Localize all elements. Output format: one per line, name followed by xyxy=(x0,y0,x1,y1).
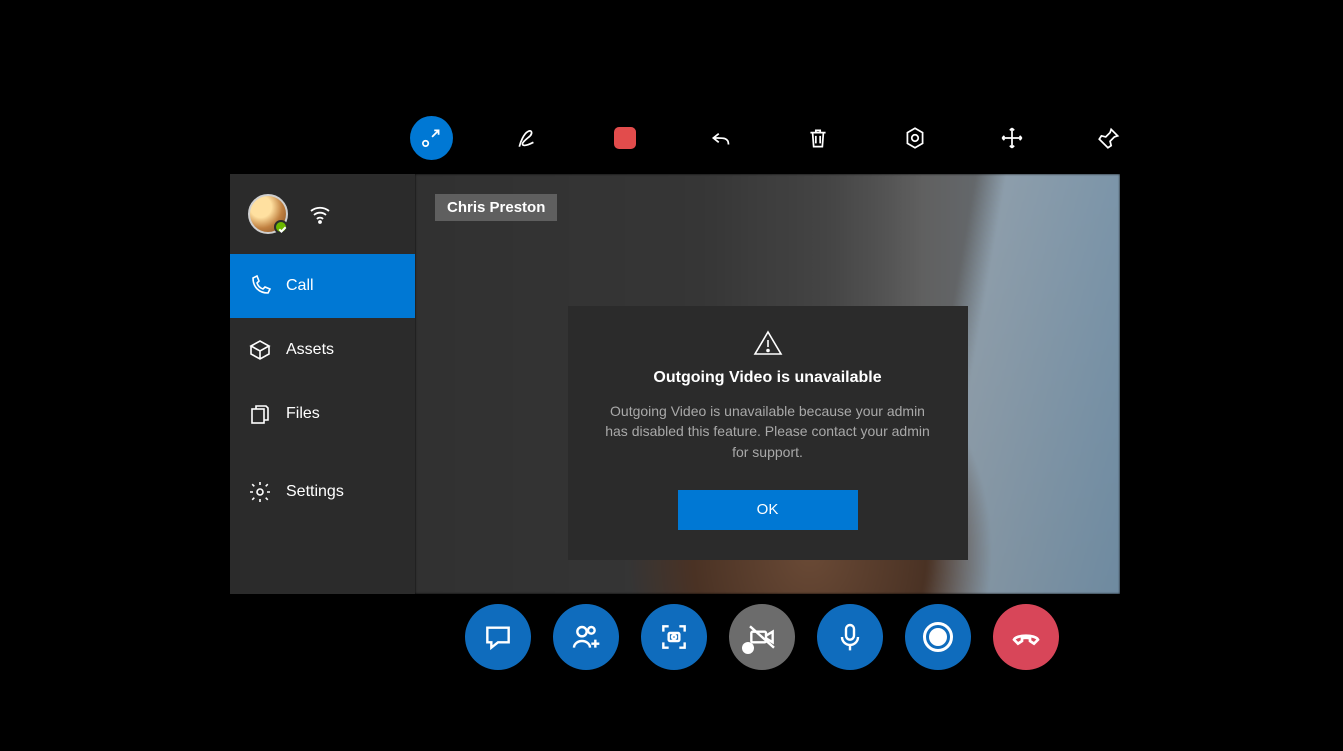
sidebar-item-assets[interactable]: Assets xyxy=(230,318,415,382)
video-area: Chris Preston Outgoing Video is unavaila… xyxy=(415,174,1120,594)
network-icon xyxy=(308,202,332,226)
move-icon[interactable] xyxy=(991,116,1034,160)
mic-icon xyxy=(834,621,866,653)
camera-focus-icon xyxy=(658,621,690,653)
sidebar-item-label: Assets xyxy=(286,341,334,359)
top-toolbar xyxy=(410,116,1130,160)
record-button[interactable] xyxy=(905,604,971,670)
notification-dot xyxy=(742,642,754,654)
screenshot-button[interactable] xyxy=(641,604,707,670)
presence-badge xyxy=(274,220,288,234)
sidebar: Call Assets Files Settings xyxy=(230,174,415,594)
participant-name-tag: Chris Preston xyxy=(435,194,557,221)
main-content: Call Assets Files Settings Chris Preston… xyxy=(230,174,1120,594)
hangup-icon xyxy=(1010,621,1042,653)
avatar[interactable] xyxy=(248,194,288,234)
add-participant-button[interactable] xyxy=(553,604,619,670)
sidebar-nav: Call Assets Files Settings xyxy=(230,254,415,524)
box-icon xyxy=(248,338,272,362)
people-add-icon xyxy=(570,621,602,653)
record-shape-icon[interactable] xyxy=(604,116,647,160)
chat-icon xyxy=(482,621,514,653)
sidebar-item-settings[interactable]: Settings xyxy=(230,460,415,524)
pointer-icon[interactable] xyxy=(410,116,453,160)
dialog-message: Outgoing Video is unavailable because yo… xyxy=(598,401,938,462)
hangup-button[interactable] xyxy=(993,604,1059,670)
call-controls xyxy=(465,604,1059,670)
dialog-title: Outgoing Video is unavailable xyxy=(598,369,938,387)
draw-icon[interactable] xyxy=(507,116,550,160)
sidebar-item-label: Call xyxy=(286,277,314,295)
trash-icon[interactable] xyxy=(797,116,840,160)
warning-icon xyxy=(753,330,783,356)
dialog-ok-button[interactable]: OK xyxy=(678,490,858,530)
error-dialog: Outgoing Video is unavailable Outgoing V… xyxy=(568,306,968,560)
profile-row xyxy=(230,174,415,254)
chat-button[interactable] xyxy=(465,604,531,670)
gear-icon xyxy=(248,480,272,504)
sidebar-item-label: Settings xyxy=(286,483,344,501)
files-icon xyxy=(248,402,272,426)
sidebar-item-call[interactable]: Call xyxy=(230,254,415,318)
hololens-icon[interactable] xyxy=(894,116,937,160)
sidebar-item-files[interactable]: Files xyxy=(230,382,415,446)
record-icon xyxy=(923,622,953,652)
sidebar-item-label: Files xyxy=(286,405,320,423)
video-off-button[interactable] xyxy=(729,604,795,670)
mic-button[interactable] xyxy=(817,604,883,670)
phone-icon xyxy=(248,274,272,298)
undo-icon[interactable] xyxy=(700,116,743,160)
pin-icon[interactable] xyxy=(1087,116,1130,160)
